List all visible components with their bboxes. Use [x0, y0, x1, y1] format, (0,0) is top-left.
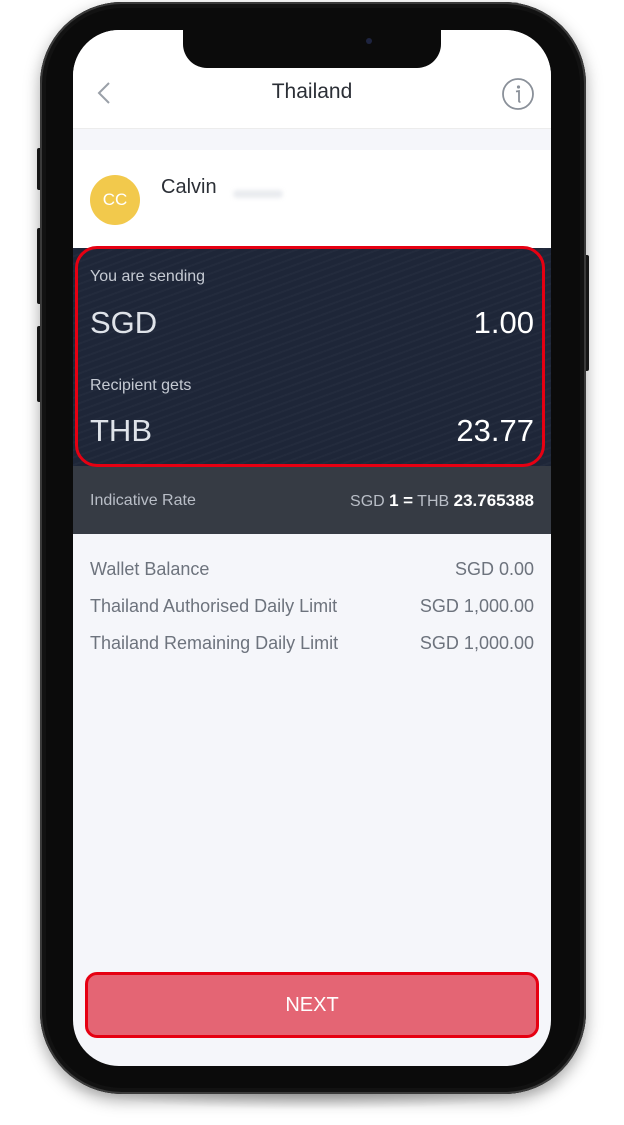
receiving-currency: THB [90, 413, 152, 448]
rate-to-amount: 23.765388 [453, 491, 534, 510]
front-camera [366, 38, 372, 44]
info-icon[interactable] [501, 77, 535, 111]
detail-row-remaining-limit: Thailand Remaining Daily Limit SGD 1,000… [73, 630, 551, 667]
amount-panel: You are sending SGD 1.00 Recipient gets … [73, 248, 551, 466]
recipient-name: Calvin [161, 176, 217, 198]
detail-value: SGD 1,000.00 [419, 633, 534, 653]
rate-bar: Indicative Rate SGD 1 = THB 23.765388 [73, 466, 551, 534]
details-list: Wallet Balance SGD 0.00 Thailand Authori… [73, 556, 551, 667]
detail-label: Thailand Remaining Daily Limit [90, 633, 339, 653]
detail-row-wallet-balance: Wallet Balance SGD 0.00 [73, 556, 551, 593]
rate-from-currency: SGD [350, 493, 385, 510]
sending-currency: SGD [90, 305, 158, 340]
sending-label: You are sending [90, 268, 206, 285]
sending-amount[interactable]: 1.00 [474, 305, 534, 341]
app-screen: Thailand CC Calvin You are sending SGD 1… [73, 30, 551, 1066]
phone-notch [183, 30, 441, 68]
rate-to-currency: THB [417, 493, 450, 510]
receiving-label: Recipient gets [90, 377, 192, 394]
detail-value: SGD 1,000.00 [419, 596, 534, 616]
receiving-amount[interactable]: 23.77 [456, 413, 534, 449]
rate-equals: = [403, 491, 414, 510]
detail-label: Wallet Balance [90, 559, 210, 579]
next-button[interactable]: NEXT [86, 974, 538, 1036]
detail-label: Thailand Authorised Daily Limit [90, 596, 338, 616]
redacted-surname [233, 190, 283, 198]
avatar: CC [90, 175, 140, 225]
rate-value: SGD 1 = THB 23.765388 [350, 491, 534, 511]
rate-label: Indicative Rate [90, 492, 196, 509]
page-title: Thailand [271, 80, 353, 103]
rate-from-amount: 1 [389, 491, 399, 510]
detail-value: SGD 0.00 [454, 559, 534, 579]
detail-row-authorised-limit: Thailand Authorised Daily Limit SGD 1,00… [73, 593, 551, 630]
recipient-card: CC Calvin [73, 150, 551, 248]
